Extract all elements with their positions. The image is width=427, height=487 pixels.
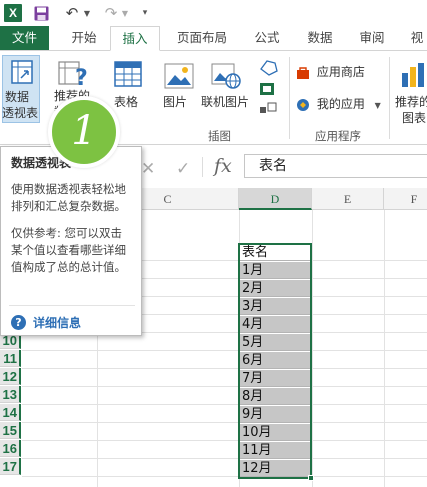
tooltip-note: 仅供参考: 您可以双击某个值以查看哪些详细值构成了总的总计值。 <box>11 226 126 274</box>
my-apps-dropdown-icon[interactable]: ▼ <box>375 101 381 110</box>
undo-icon[interactable]: ↶ <box>64 4 80 22</box>
tooltip-description: 使用数据透视表轻松地排列和汇总复杂数据。 <box>11 182 126 213</box>
title-bar: X ↶ ▼ ↷ ▼ ▾ <box>0 0 427 26</box>
tab-insert[interactable]: 插入 <box>110 26 160 51</box>
store-label: 应用商店 <box>316 65 365 79</box>
grid-hline <box>22 440 427 441</box>
online-pictures-label: 联机图片 <box>201 95 250 109</box>
row-header[interactable]: 17 <box>0 458 21 475</box>
cancel-icon[interactable]: ✕ <box>141 159 155 179</box>
grid-hline <box>22 476 427 477</box>
customize-qat-icon[interactable]: ▾ <box>140 4 150 22</box>
group-separator <box>389 57 390 139</box>
picture-label: 图片 <box>163 95 188 109</box>
fill-handle[interactable] <box>308 475 314 481</box>
my-apps-icon <box>297 98 309 111</box>
tab-home[interactable]: 开始 <box>58 26 110 50</box>
picture-icon <box>164 63 194 89</box>
column-header-f[interactable]: F <box>384 188 427 210</box>
group-separator <box>289 57 290 139</box>
column-header-e[interactable]: E <box>312 188 384 210</box>
cell-d[interactable]: 5月 <box>239 334 311 351</box>
grid-hline <box>22 458 427 459</box>
row-header[interactable]: 12 <box>0 368 21 385</box>
grid-vline <box>384 210 385 487</box>
row-header[interactable]: 15 <box>0 422 21 439</box>
shapes-button[interactable] <box>255 55 283 123</box>
cell-d[interactable]: 12月 <box>239 460 311 477</box>
tab-view[interactable]: 视 <box>402 26 427 50</box>
help-icon: ? <box>11 315 26 330</box>
illustrations-group-label: 插图 <box>208 129 231 143</box>
save-icon[interactable] <box>33 4 49 22</box>
formula-input[interactable]: 表名 <box>244 154 427 178</box>
formula-separator <box>202 157 203 177</box>
pivot-table-icon <box>11 60 33 84</box>
ribbon-tabs: 文件 开始 插入 页面布局 公式 数据 审阅 视 <box>0 26 427 51</box>
cell-d[interactable]: 8月 <box>239 388 311 405</box>
grid-hline <box>22 404 427 405</box>
recommended-charts-label-1: 推荐的 <box>395 95 427 109</box>
enter-icon[interactable]: ✓ <box>176 159 190 179</box>
tell-me-more-label: 详细信息 <box>33 316 82 330</box>
tab-formulas[interactable]: 公式 <box>243 26 291 50</box>
tab-data[interactable]: 数据 <box>297 26 343 50</box>
tab-page-layout[interactable]: 页面布局 <box>167 26 237 50</box>
table-icon <box>114 61 142 87</box>
tooltip-divider <box>9 305 135 306</box>
cell-d[interactable]: 1月 <box>239 262 311 279</box>
apps-group-label: 应用程序 <box>315 129 361 143</box>
my-apps-label: 我的应用 <box>316 97 365 111</box>
row-header[interactable]: 14 <box>0 404 21 421</box>
table-label: 表格 <box>114 95 139 109</box>
recommended-charts-label-2: 图表 <box>402 111 427 125</box>
row-header[interactable]: 16 <box>0 440 21 457</box>
app-store-button[interactable]: 应用商店 <box>296 63 376 81</box>
shapes-icon <box>260 60 278 113</box>
pivot-label-2: 透视表 <box>2 106 39 120</box>
grid-hline <box>22 386 427 387</box>
cell-d[interactable]: 表名 <box>239 244 311 261</box>
undo-dropdown-icon[interactable]: ▼ <box>83 4 91 22</box>
cell-d[interactable]: 4月 <box>239 316 311 333</box>
grid-hline <box>22 422 427 423</box>
recommended-pivot-icon: ? <box>58 61 88 89</box>
my-apps-button[interactable]: 我的应用 ▼ <box>296 95 386 113</box>
insert-function-icon[interactable]: fx <box>214 155 232 177</box>
grid-hline <box>22 350 427 351</box>
pivot-table-button[interactable]: 数据 透视表 <box>2 55 40 123</box>
row-header[interactable]: 13 <box>0 386 21 403</box>
recommended-charts-icon <box>402 63 424 87</box>
column-header-d[interactable]: D <box>239 188 312 210</box>
cell-d[interactable]: 11月 <box>239 442 311 459</box>
redo-dropdown-icon[interactable]: ▼ <box>121 4 129 22</box>
cell-d[interactable]: 2月 <box>239 280 311 297</box>
online-pictures-button[interactable]: 联机图片 <box>199 55 251 123</box>
svg-text:?: ? <box>75 66 88 89</box>
cell-d[interactable]: 10月 <box>239 424 311 441</box>
tab-review[interactable]: 审阅 <box>349 26 395 50</box>
cell-d[interactable]: 3月 <box>239 298 311 315</box>
cell-d[interactable]: 7月 <box>239 370 311 387</box>
pivot-label-1: 数据 <box>5 90 30 104</box>
store-bag-icon <box>297 66 309 79</box>
tab-file[interactable]: 文件 <box>0 26 49 50</box>
grid-hline <box>22 368 427 369</box>
row-header[interactable]: 11 <box>0 350 21 367</box>
picture-button[interactable]: 图片 <box>158 55 198 123</box>
redo-icon[interactable]: ↷ <box>103 4 119 22</box>
online-pictures-icon <box>211 63 241 89</box>
excel-logo-icon[interactable]: X <box>4 4 22 22</box>
recommended-charts-button[interactable]: 推荐的 图表 <box>392 55 427 125</box>
pivot-table-tooltip: 数据透视表 使用数据透视表轻松地排列和汇总复杂数据。 仅供参考: 您可以双击某个… <box>0 146 142 336</box>
grid-vline <box>312 210 313 487</box>
cell-d[interactable]: 6月 <box>239 352 311 369</box>
step-number-badge: 1 <box>48 96 120 168</box>
cell-d[interactable]: 9月 <box>239 406 311 423</box>
tell-me-more-link[interactable]: ? 详细信息 <box>11 314 81 331</box>
